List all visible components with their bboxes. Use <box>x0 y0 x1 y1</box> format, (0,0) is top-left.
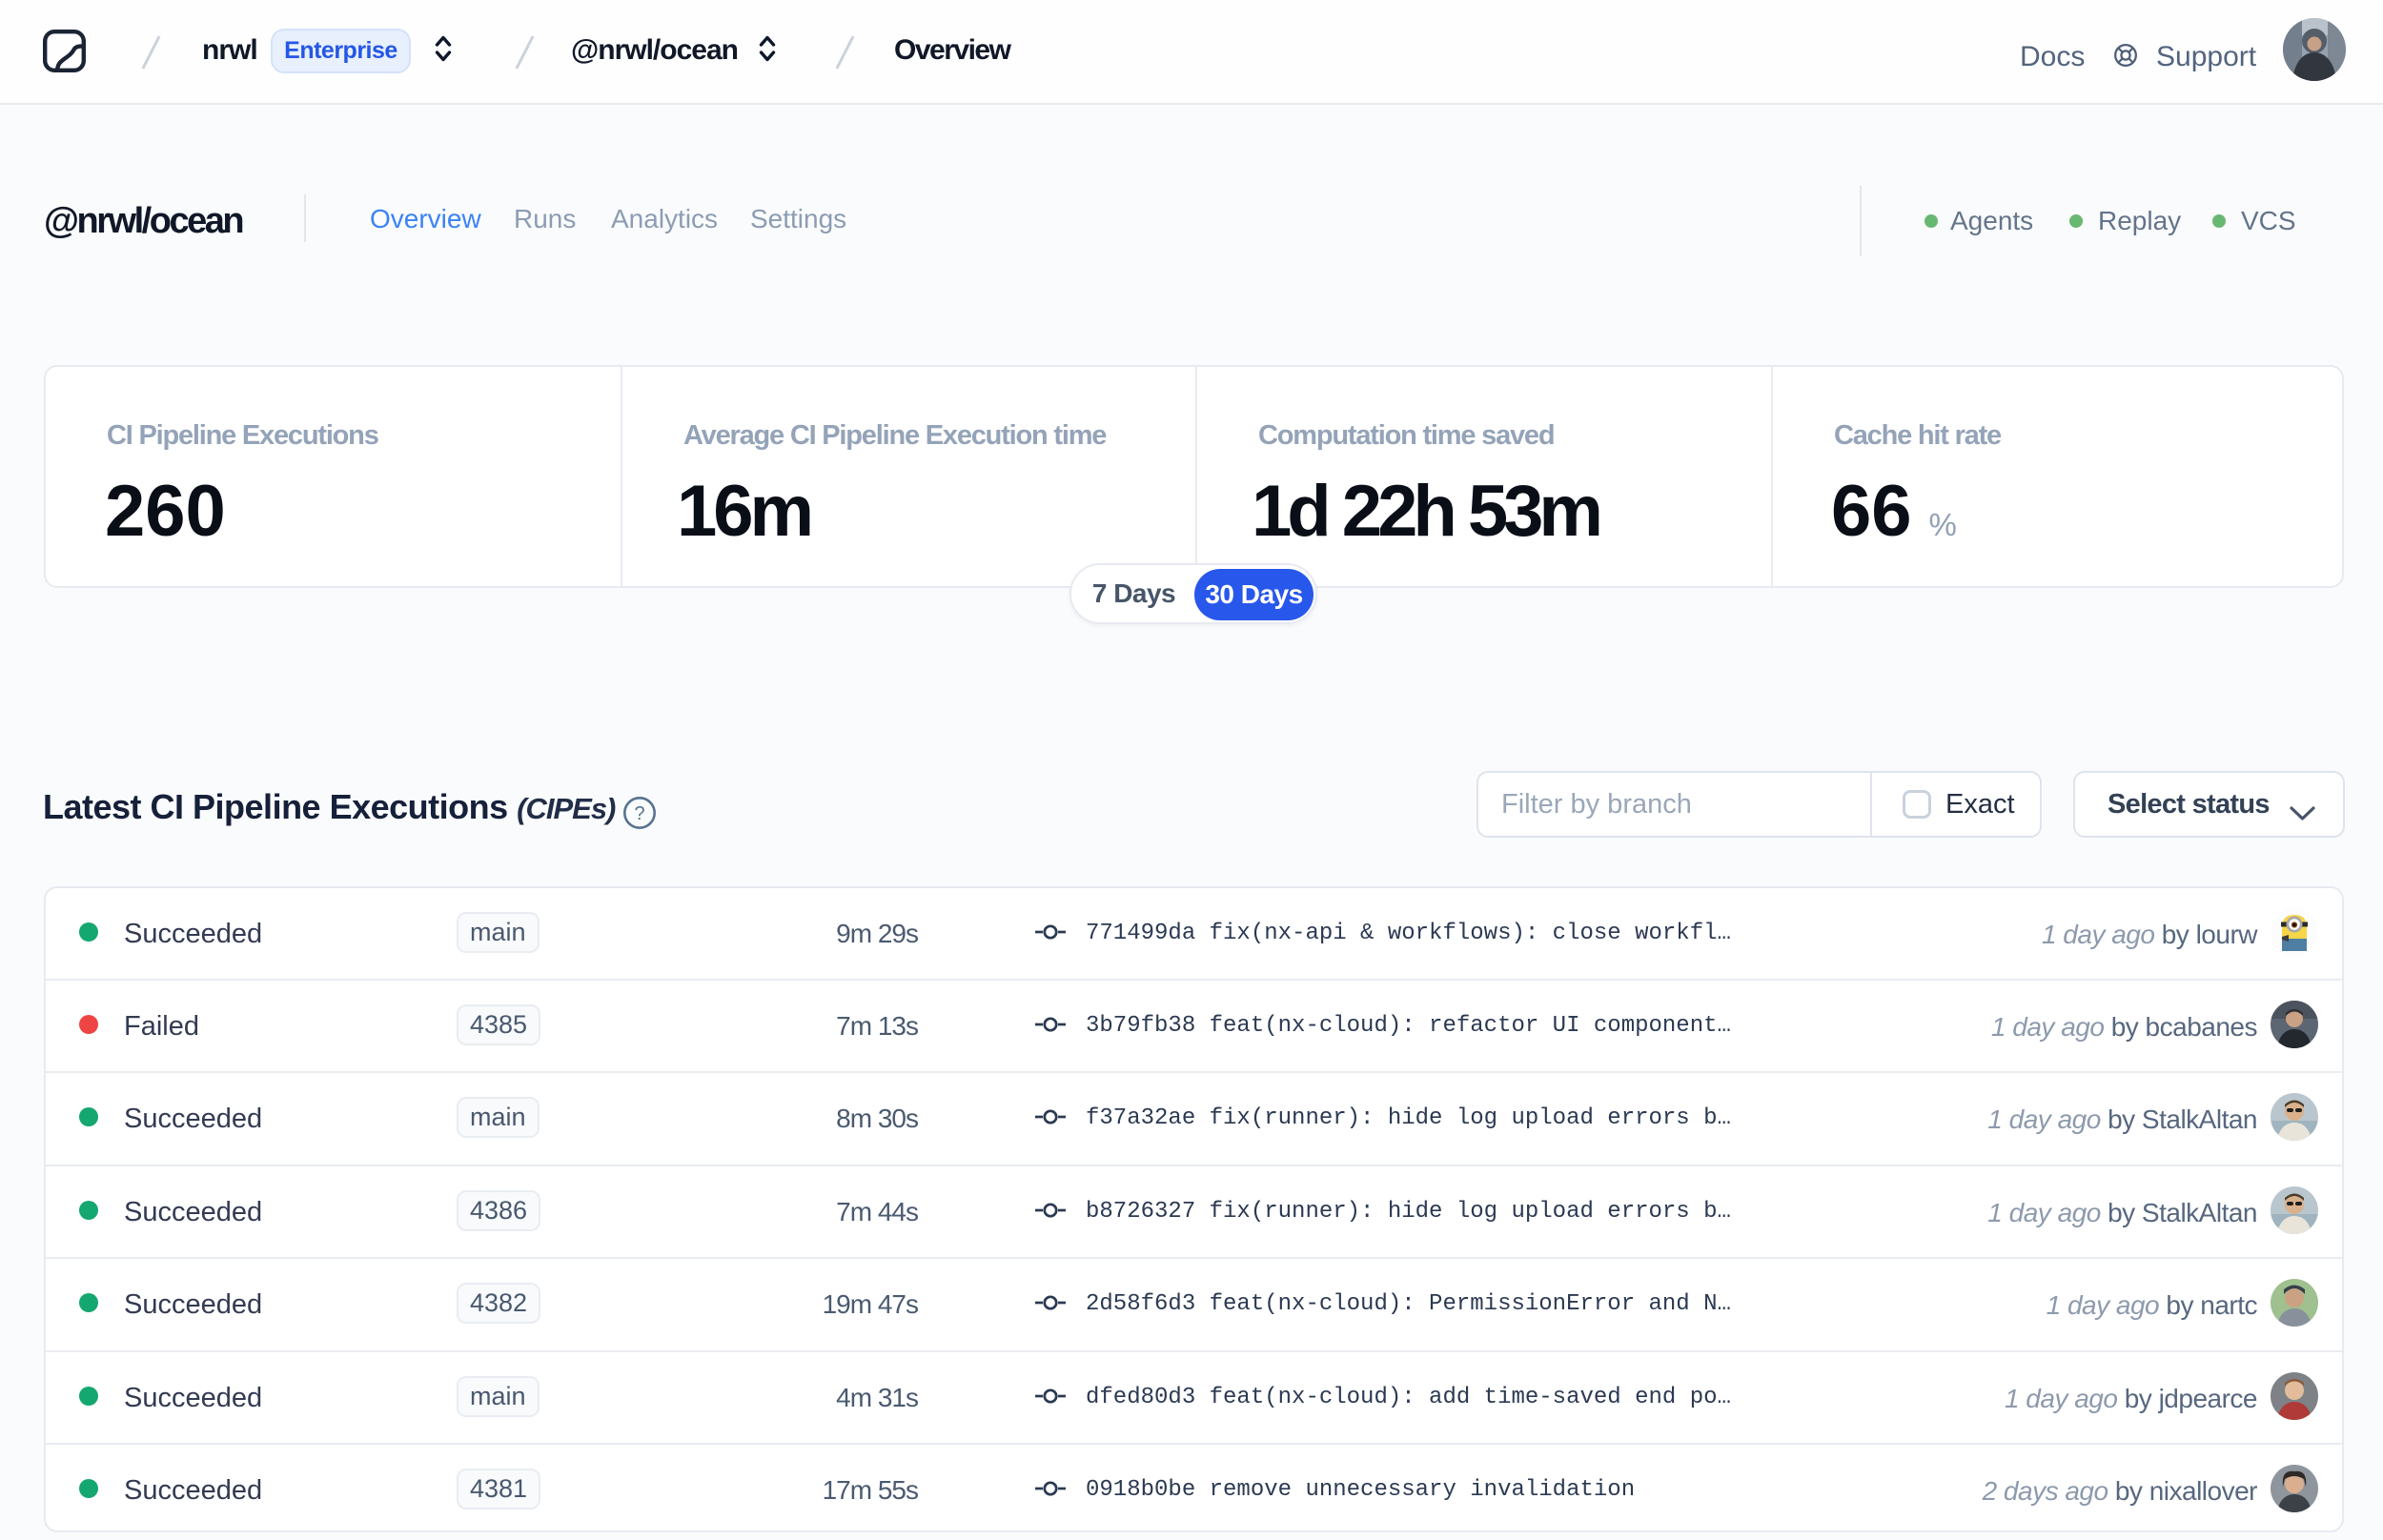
svg-text:?: ? <box>634 803 644 824</box>
